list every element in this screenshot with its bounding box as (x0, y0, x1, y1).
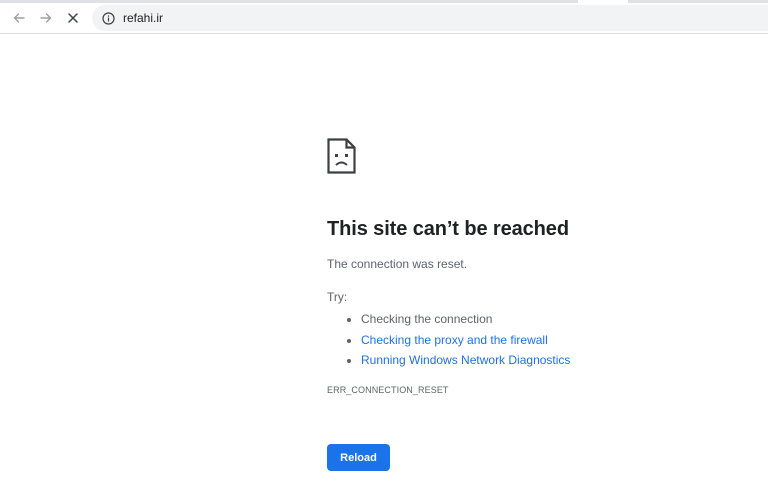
error-content: This site can’t be reached The connectio… (327, 138, 747, 395)
address-bar-url[interactable]: refahi.ir (123, 11, 163, 25)
suggestion-network-diagnostics-link[interactable]: Running Windows Network Diagnostics (361, 353, 570, 367)
active-tab[interactable] (578, 0, 628, 3)
tab-strip (0, 0, 768, 3)
back-button[interactable] (9, 8, 29, 28)
list-item: Checking the connection (361, 309, 747, 330)
stop-button[interactable] (63, 8, 83, 28)
suggestion-checking-connection: Checking the connection (361, 312, 493, 326)
info-icon[interactable] (101, 11, 115, 25)
error-title: This site can’t be reached (327, 218, 569, 240)
try-label: Try: (327, 290, 348, 304)
list-item: Running Windows Network Diagnostics (361, 350, 747, 371)
forward-arrow-icon (40, 13, 52, 23)
error-subtitle: The connection was reset. (327, 257, 468, 271)
forward-button[interactable] (36, 8, 56, 28)
list-item: Checking the proxy and the firewall (361, 330, 747, 351)
address-bar[interactable]: refahi.ir (92, 5, 768, 31)
back-arrow-icon (13, 13, 25, 23)
sad-document-icon (327, 138, 356, 174)
reload-button[interactable]: Reload (327, 444, 390, 471)
suggestion-proxy-firewall-link[interactable]: Checking the proxy and the firewall (361, 333, 548, 347)
error-code: ERR_CONNECTION_RESET (327, 384, 449, 395)
close-icon (68, 13, 78, 23)
browser-toolbar: refahi.ir (0, 0, 768, 34)
suggestion-list: Checking the connection Checking the pro… (327, 309, 747, 371)
